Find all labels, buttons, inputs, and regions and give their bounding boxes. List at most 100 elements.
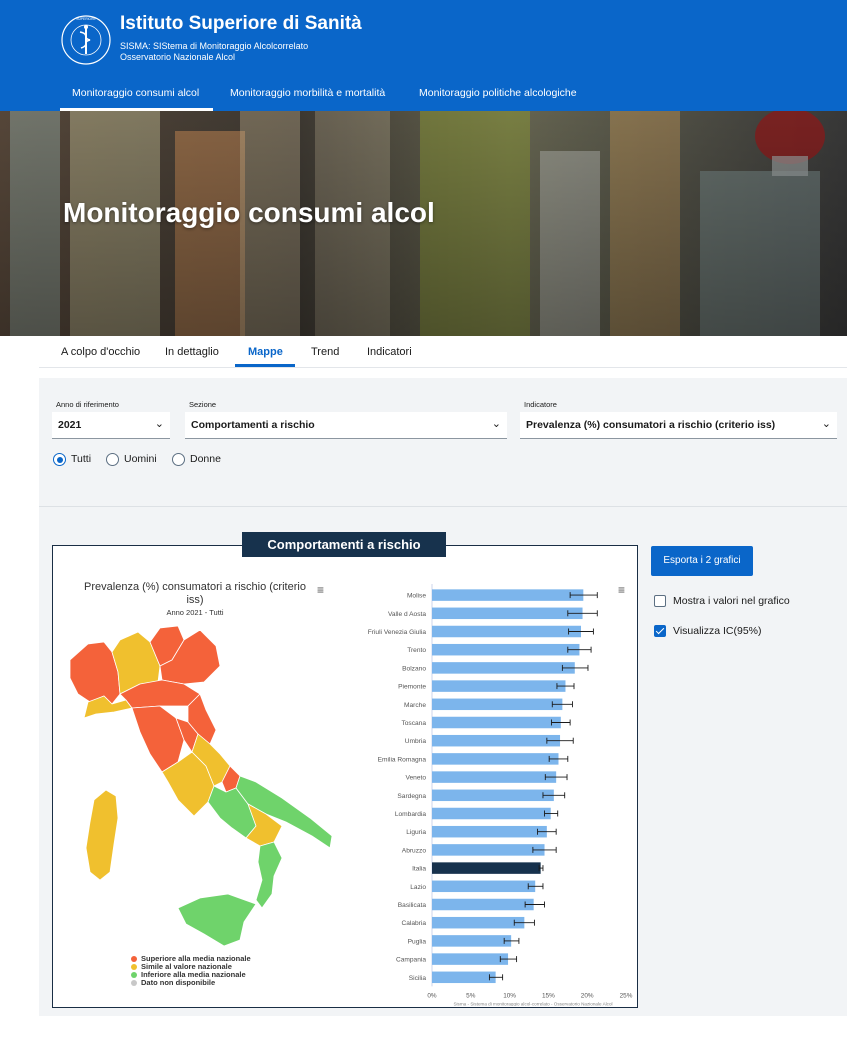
category-label: Toscana — [401, 720, 426, 727]
sezione-label: Sezione — [189, 400, 217, 409]
nav-morbilita-mortalita[interactable]: Monitoraggio morbilità e mortalità — [230, 87, 385, 99]
indicatore-select[interactable]: Prevalenza (%) consumatori a rischio (cr… — [520, 412, 837, 439]
category-label: Lombardia — [395, 811, 426, 818]
category-label: Friuli Venezia Giulia — [368, 629, 427, 636]
radio-selected-icon — [53, 453, 66, 466]
radio-icon — [172, 453, 185, 466]
bar-chart: Molise Valle d Aosta Friuli Venezia Giulia… — [368, 584, 633, 1006]
category-label: Calabria — [401, 920, 426, 927]
bar[interactable] — [432, 789, 554, 802]
x-tick-label: 5% — [466, 992, 476, 999]
anno-select[interactable]: 2021 ⌄ — [52, 412, 170, 439]
x-tick-label: 0% — [427, 992, 437, 999]
category-label: Liguria — [406, 829, 426, 836]
legend-swatch — [131, 956, 137, 962]
bar[interactable] — [432, 698, 563, 711]
show-ci-label: Visualizza IC(95%) — [673, 625, 762, 637]
bar[interactable] — [432, 807, 551, 820]
bar[interactable] — [432, 643, 580, 656]
legend-swatch — [131, 964, 137, 970]
category-label: Umbria — [405, 738, 427, 745]
show-values-label: Mostra i valori nel grafico — [673, 595, 790, 607]
tab-mappe[interactable]: Mappe — [248, 346, 283, 358]
chevron-down-icon: ⌄ — [491, 418, 501, 430]
chart-section-header: Comportamenti a rischio — [242, 532, 446, 557]
bar[interactable] — [432, 734, 561, 747]
tab-indicatori[interactable]: Indicatori — [367, 346, 412, 358]
category-label: Lazio — [410, 884, 426, 891]
category-label: Abruzzo — [402, 847, 427, 854]
category-label: Emilia Romagna — [378, 756, 427, 763]
iss-seal-logo[interactable]: SUPERIORE — [60, 14, 112, 66]
tab-a-colpo-docchio[interactable]: A colpo d'occhio — [61, 346, 140, 358]
radio-tutti-label: Tutti — [71, 453, 92, 465]
hero-banner: Monitoraggio consumi alcol — [0, 111, 847, 336]
x-tick-label: 10% — [503, 992, 516, 999]
radio-uomini-label: Uomini — [124, 453, 157, 465]
bar[interactable] — [432, 916, 525, 929]
hero-title: Monitoraggio consumi alcol — [63, 197, 435, 228]
bar[interactable] — [432, 680, 566, 692]
nav-politiche-alcologiche[interactable]: Monitoraggio politiche alcologiche — [419, 87, 577, 99]
category-label: Piemonte — [398, 684, 426, 691]
chevron-down-icon: ⌄ — [821, 418, 831, 430]
region-calabria[interactable] — [255, 841, 283, 909]
italy-regions-map — [69, 625, 333, 947]
category-label: Campania — [396, 957, 426, 964]
bar[interactable] — [432, 625, 581, 638]
category-label: Bolzano — [402, 665, 426, 672]
bar[interactable] — [432, 771, 557, 783]
x-tick-label: 20% — [581, 992, 594, 999]
sezione-value: Comportamenti a rischio — [191, 419, 315, 431]
bar[interactable] — [432, 753, 559, 765]
category-label: Marche — [404, 702, 426, 709]
radio-donne-label: Donne — [190, 453, 221, 465]
tab-active-indicator — [235, 364, 295, 367]
map-title: Prevalenza (%) consumatori a rischio (cr… — [84, 581, 306, 593]
bar[interactable] — [432, 589, 584, 601]
category-label: Valle d Aosta — [388, 611, 426, 618]
region-sicilia[interactable] — [177, 893, 257, 947]
region-toscana[interactable] — [131, 705, 185, 773]
bar[interactable] — [432, 935, 512, 947]
chart-source-credit: Sisma - Sistema di monitoraggio alcol-co… — [453, 1001, 612, 1006]
radio-icon — [106, 453, 119, 466]
anno-label: Anno di riferimento — [56, 400, 119, 409]
nav-consumi-alcol[interactable]: Monitoraggio consumi alcol — [72, 87, 199, 99]
map-subtitle: Anno 2021 - Tutti — [166, 608, 224, 617]
institute-title[interactable]: Istituto Superiore di Sanità — [120, 13, 362, 35]
bar[interactable] — [432, 662, 575, 674]
bar[interactable] — [432, 971, 496, 984]
category-label: Italia — [412, 866, 426, 873]
site-header: SUPERIORE Istituto Superiore di Sanità S… — [0, 0, 847, 111]
institute-subtitle-2: Osservatorio Nazionale Alcol — [120, 52, 236, 62]
x-tick-label: 25% — [620, 992, 633, 999]
bar[interactable] — [432, 716, 561, 729]
checkbox-icon — [654, 595, 666, 607]
bar[interactable] — [432, 607, 583, 620]
bar[interactable] — [432, 844, 545, 856]
sezione-select[interactable]: Comportamenti a rischio ⌄ — [185, 412, 507, 439]
category-label: Molise — [407, 593, 426, 600]
bar[interactable] — [432, 825, 547, 838]
category-label: Puglia — [408, 938, 427, 945]
filters-panel: Anno di riferimento 2021 ⌄ Sezione Compo… — [39, 378, 847, 506]
tab-in-dettaglio[interactable]: In dettaglio — [165, 346, 219, 358]
category-label: Sardegna — [397, 793, 426, 800]
region-sardegna[interactable] — [85, 789, 119, 881]
bar[interactable] — [432, 880, 536, 893]
bar-chart-menu-icon[interactable]: ≡ — [618, 584, 625, 596]
category-label: Sicilia — [409, 975, 427, 982]
export-charts-button[interactable]: Esporta i 2 grafici — [651, 546, 753, 576]
bar[interactable] — [432, 953, 509, 965]
x-tick-label: 15% — [542, 992, 555, 999]
bar[interactable] — [432, 862, 541, 874]
map-menu-icon[interactable]: ≡ — [317, 584, 324, 596]
seal-lettering: SUPERIORE — [76, 17, 96, 21]
bar[interactable] — [432, 898, 534, 911]
institute-subtitle: SISMA: SIStema di Monitoraggio Alcolcorr… — [120, 41, 309, 51]
chevron-down-icon: ⌄ — [154, 418, 164, 430]
tab-trend[interactable]: Trend — [311, 346, 339, 358]
legend-swatch — [131, 972, 137, 978]
category-label: Basilicata — [398, 902, 427, 909]
